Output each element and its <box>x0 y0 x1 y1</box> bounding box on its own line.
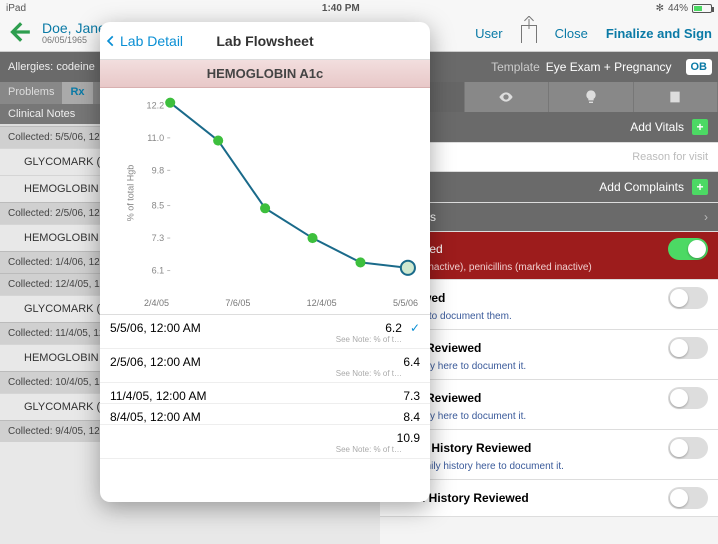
allergies-value[interactable]: codeine <box>56 61 95 73</box>
chart-xlabels: 2/4/057/6/0512/4/055/5/06 <box>100 298 430 314</box>
patient-name: Doe, Jane <box>42 21 106 36</box>
add-complaints-row[interactable]: Add Complaints + <box>380 172 718 203</box>
template-value[interactable]: Eye Exam + Pregnancy <box>546 60 672 74</box>
svg-text:9.8: 9.8 <box>152 165 165 175</box>
tab-rx[interactable]: Rx <box>62 82 92 104</box>
seg-bulb-icon[interactable] <box>549 82 634 112</box>
chevron-right-icon: › <box>704 210 708 224</box>
chart-data-list[interactable]: 5/5/06, 12:00 AM6.2See Note: % of t…2/5/… <box>100 314 430 502</box>
reviewed-row[interactable]: Reviewedms here to document them. <box>380 280 718 330</box>
flowsheet-row[interactable]: 11/4/05, 12:00 AM7.3 <box>100 383 430 404</box>
chart-ylabel: % of total Hgb <box>125 165 135 222</box>
svg-text:7.3: 7.3 <box>152 233 165 243</box>
toggle-switch[interactable] <box>668 437 708 459</box>
back-arrow-icon[interactable] <box>6 19 32 48</box>
allergies-label: Allergies: <box>8 61 53 73</box>
close-button[interactable]: Close <box>555 26 588 41</box>
plus-icon: + <box>692 119 708 135</box>
flowsheet-row[interactable]: 2/5/06, 12:00 AM6.4See Note: % of t… <box>100 349 430 383</box>
popover-back-button[interactable]: Lab Detail <box>100 33 183 49</box>
reviewed-row[interactable]: istory Reviewedcal history here to docum… <box>380 380 718 430</box>
toggle-switch[interactable] <box>668 387 708 409</box>
visit-hint: Reason for visit <box>632 151 708 163</box>
visit-row[interactable]: Visit Reason for visit <box>380 143 718 172</box>
flowsheet-row[interactable]: 8/4/05, 12:00 AM8.4 <box>100 404 430 425</box>
add-vitals-row[interactable]: Add Vitals + <box>380 112 718 143</box>
toggle-switch[interactable] <box>668 487 708 509</box>
encounter-panel: Add Vitals + Visit Reason for visit Add … <box>380 82 718 544</box>
svg-text:8.5: 8.5 <box>152 201 165 211</box>
add-vitals-label: Add Vitals <box>630 120 684 134</box>
systems-row[interactable]: Systems › <box>380 203 718 232</box>
chart-area: % of total Hgb 6.1 7.3 8.5 9.8 11.0 12.2 <box>100 88 430 298</box>
lab-flowsheet-popover: Lab Detail Lab Flowsheet HEMOGLOBIN A1c … <box>100 22 430 502</box>
family-history-row[interactable]: Family History Reviewed Drag family hist… <box>380 430 718 480</box>
svg-text:12.2: 12.2 <box>147 100 165 110</box>
allergies-reviewed-row[interactable]: Reviewed marked inactive), penicillins (… <box>380 232 718 280</box>
patient-block[interactable]: Doe, Jane 06/05/1965 <box>42 21 106 46</box>
ipad-statusbar: iPad 1:40 PM ✻ 44% <box>0 0 718 16</box>
finalize-button[interactable]: Finalize and Sign <box>606 26 712 41</box>
add-complaints-label: Add Complaints <box>599 180 684 194</box>
svg-text:11.0: 11.0 <box>147 133 164 143</box>
allergies-reviewed-sub: marked inactive), penicillins (marked in… <box>390 262 708 273</box>
reviewed-row[interactable]: istory Reviewedcal history here to docum… <box>380 330 718 380</box>
toggle-switch[interactable] <box>668 287 708 309</box>
popover-back-label: Lab Detail <box>120 33 183 49</box>
user-label[interactable]: User <box>475 26 502 41</box>
seg-calendar-icon[interactable] <box>634 82 718 112</box>
battery-icon <box>692 4 712 13</box>
chart-title: HEMOGLOBIN A1c <box>100 60 430 88</box>
seg-eye-icon[interactable] <box>465 82 550 112</box>
segment-control <box>380 82 718 112</box>
social-history-row[interactable]: Social History Reviewed <box>380 480 718 517</box>
plus-icon: + <box>692 179 708 195</box>
flowsheet-row[interactable]: 5/5/06, 12:00 AM6.2See Note: % of t… <box>100 315 430 349</box>
template-label: Template <box>491 60 540 74</box>
flowsheet-row[interactable]: 10.9See Note: % of t… <box>100 425 430 459</box>
toggle-switch[interactable] <box>668 238 708 260</box>
clock: 1:40 PM <box>26 3 656 14</box>
ob-badge[interactable]: OB <box>686 59 713 75</box>
share-icon[interactable] <box>521 25 537 43</box>
line-chart: 6.1 7.3 8.5 9.8 11.0 12.2 <box>140 96 422 294</box>
popover-header: Lab Detail Lab Flowsheet <box>100 22 430 60</box>
tab-problems[interactable]: Problems <box>0 82 62 104</box>
patient-dob: 06/05/1965 <box>42 36 106 46</box>
battery-pct: 44% <box>668 3 688 14</box>
bluetooth-icon: ✻ <box>656 3 664 14</box>
device-label: iPad <box>6 3 26 14</box>
toggle-switch[interactable] <box>668 337 708 359</box>
svg-text:6.1: 6.1 <box>152 266 165 276</box>
